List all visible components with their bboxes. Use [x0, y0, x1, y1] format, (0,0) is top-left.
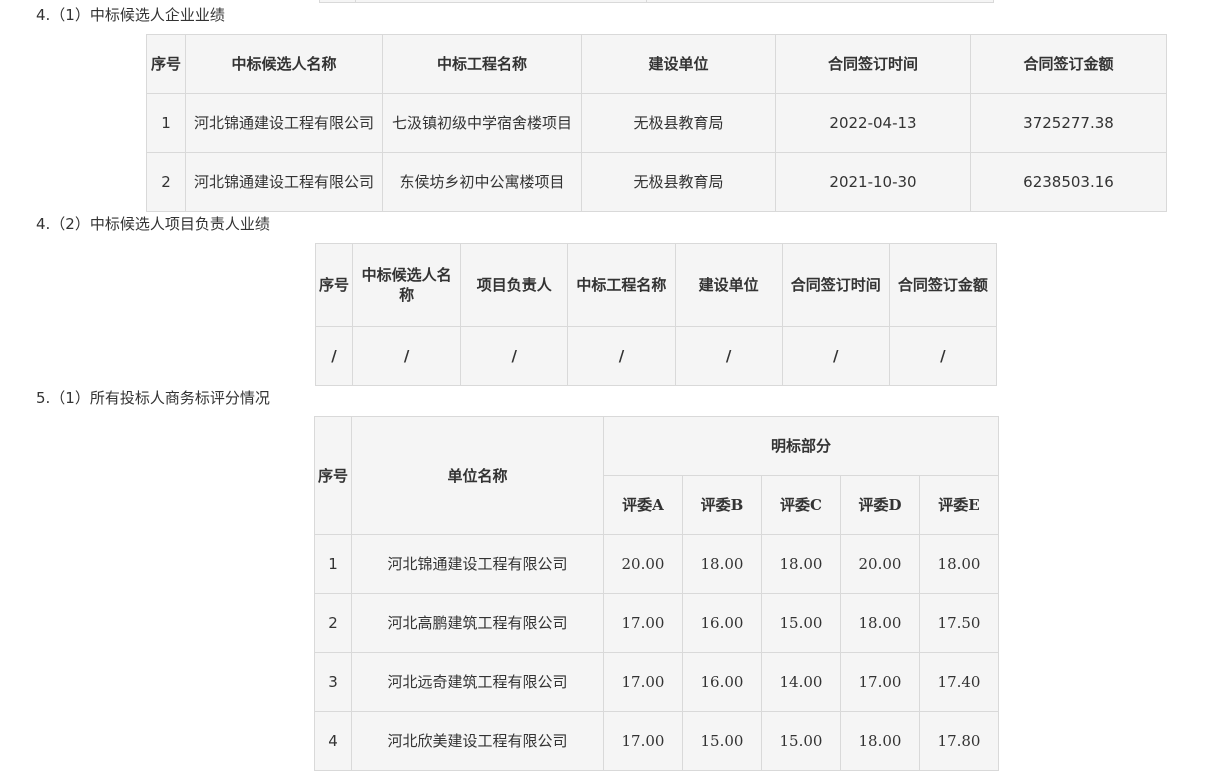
table-cell: 东侯坊乡初中公寓楼项目	[382, 152, 582, 212]
table-cell: 河北锦通建设工程有限公司	[185, 152, 383, 212]
table-cell: 3725277.38	[970, 93, 1167, 153]
table-cell: 18.00	[918, 534, 1000, 594]
column-header: 合同签订金额	[888, 243, 998, 327]
table-cell: /	[352, 326, 462, 386]
table-header-row: 序号 中标候选人名称 项目负责人 中标工程名称 建设单位 合同签订时间 合同签订…	[314, 243, 998, 327]
table-cell: /	[567, 326, 676, 386]
column-header: 评委E	[918, 475, 1000, 535]
column-header: 合同签订金额	[970, 34, 1167, 94]
table-row: 4 河北欣美建设工程有限公司 17.00 15.00 15.00 18.00 1…	[314, 711, 1000, 771]
table-row: 2 河北高鹏建筑工程有限公司 17.00 16.00 15.00 18.00 1…	[314, 593, 1000, 653]
column-header: 评委D	[840, 475, 920, 535]
previous-table-fragment	[319, 0, 994, 3]
table-row: 3 河北远奇建筑工程有限公司 17.00 16.00 14.00 17.00 1…	[314, 652, 1000, 712]
table-cell: 2	[314, 593, 352, 653]
table-cell: 20.00	[603, 534, 683, 594]
column-header: 合同签订时间	[775, 34, 971, 94]
table-cell: 16.00	[682, 652, 762, 712]
table-cell: 1	[314, 534, 352, 594]
table-cell: 15.00	[682, 711, 762, 771]
table-cell: 15.00	[761, 711, 841, 771]
section-heading-5-1: 5.（1）所有投标人商务标评分情况	[36, 389, 270, 407]
table-header-row: 序号 中标候选人名称 中标工程名称 建设单位 合同签订时间 合同签订金额	[146, 34, 1167, 94]
column-header: 中标工程名称	[382, 34, 582, 94]
table-cell: 17.40	[918, 652, 1000, 712]
column-header: 中标工程名称	[567, 243, 676, 327]
table-cell: 河北高鹏建筑工程有限公司	[351, 593, 604, 653]
table-cell: 河北远奇建筑工程有限公司	[351, 652, 604, 712]
column-header: 建设单位	[674, 243, 783, 327]
column-header: 项目负责人	[460, 243, 569, 327]
column-group-header: 明标部分	[602, 416, 1000, 476]
winning-bidder-performance-table: 序号 中标候选人名称 中标工程名称 建设单位 合同签订时间 合同签订金额 1 河…	[146, 34, 1167, 212]
table-cell: 无极县教育局	[581, 152, 776, 212]
table-cell: 17.00	[603, 711, 683, 771]
table-cell: 1	[146, 93, 186, 153]
table-cell: /	[888, 326, 998, 386]
table-cell: /	[674, 326, 783, 386]
table-cell: /	[781, 326, 890, 386]
column-header: 评委B	[682, 475, 762, 535]
table-cell: 18.00	[682, 534, 762, 594]
table-cell: 2022-04-13	[775, 93, 971, 153]
column-header: 单位名称	[351, 416, 604, 535]
table-header-row: 序号 单位名称 明标部分	[314, 416, 1000, 535]
table-cell: 2021-10-30	[775, 152, 971, 212]
table-cell: 17.50	[918, 593, 1000, 653]
table-cell: 4	[314, 711, 352, 771]
table-cell: 七汲镇初级中学宿舍楼项目	[382, 93, 582, 153]
table-row: 1 河北锦通建设工程有限公司 七汲镇初级中学宿舍楼项目 无极县教育局 2022-…	[146, 93, 1167, 153]
table-cell: 16.00	[682, 593, 762, 653]
table-cell: 20.00	[840, 534, 920, 594]
table-cell: /	[314, 326, 354, 386]
table-cell: 18.00	[761, 534, 841, 594]
table-row: / / / / / / /	[314, 326, 998, 386]
column-header: 序号	[314, 416, 352, 535]
table-cell: 无极县教育局	[581, 93, 776, 153]
column-header: 序号	[146, 34, 186, 94]
table-cell: 17.80	[918, 711, 1000, 771]
column-header: 评委C	[761, 475, 841, 535]
table-cell: 17.00	[603, 652, 683, 712]
section-heading-4-1: 4.（1）中标候选人企业业绩	[36, 6, 225, 24]
table-cell: 17.00	[840, 652, 920, 712]
table-cell: 15.00	[761, 593, 841, 653]
column-header: 合同签订时间	[781, 243, 890, 327]
table-cell: 6238503.16	[970, 152, 1167, 212]
table-cell: 河北锦通建设工程有限公司	[185, 93, 383, 153]
section-heading-4-2: 4.（2）中标候选人项目负责人业绩	[36, 215, 270, 233]
table-cell: 18.00	[840, 593, 920, 653]
table-cell: 18.00	[840, 711, 920, 771]
table-cell: 17.00	[603, 593, 683, 653]
table-cell: 2	[146, 152, 186, 212]
project-manager-performance-table: 序号 中标候选人名称 项目负责人 中标工程名称 建设单位 合同签订时间 合同签订…	[314, 243, 998, 386]
table-cell: 河北欣美建设工程有限公司	[351, 711, 604, 771]
column-header: 评委A	[603, 475, 683, 535]
column-header: 中标候选人名称	[352, 243, 462, 327]
table-cell: 3	[314, 652, 352, 712]
table-row: 1 河北锦通建设工程有限公司 20.00 18.00 18.00 20.00 1…	[314, 534, 1000, 594]
table-row: 2 河北锦通建设工程有限公司 东侯坊乡初中公寓楼项目 无极县教育局 2021-1…	[146, 152, 1167, 212]
table-cell: /	[460, 326, 569, 386]
column-header: 中标候选人名称	[185, 34, 383, 94]
column-header: 建设单位	[581, 34, 776, 94]
business-bid-scoring-table: 序号 单位名称 明标部分 评委A 评委B 评委C 评委D 评委E 1 河北锦通建…	[314, 416, 1000, 771]
table-cell: 14.00	[761, 652, 841, 712]
table-cell: 河北锦通建设工程有限公司	[351, 534, 604, 594]
column-header: 序号	[314, 243, 354, 327]
